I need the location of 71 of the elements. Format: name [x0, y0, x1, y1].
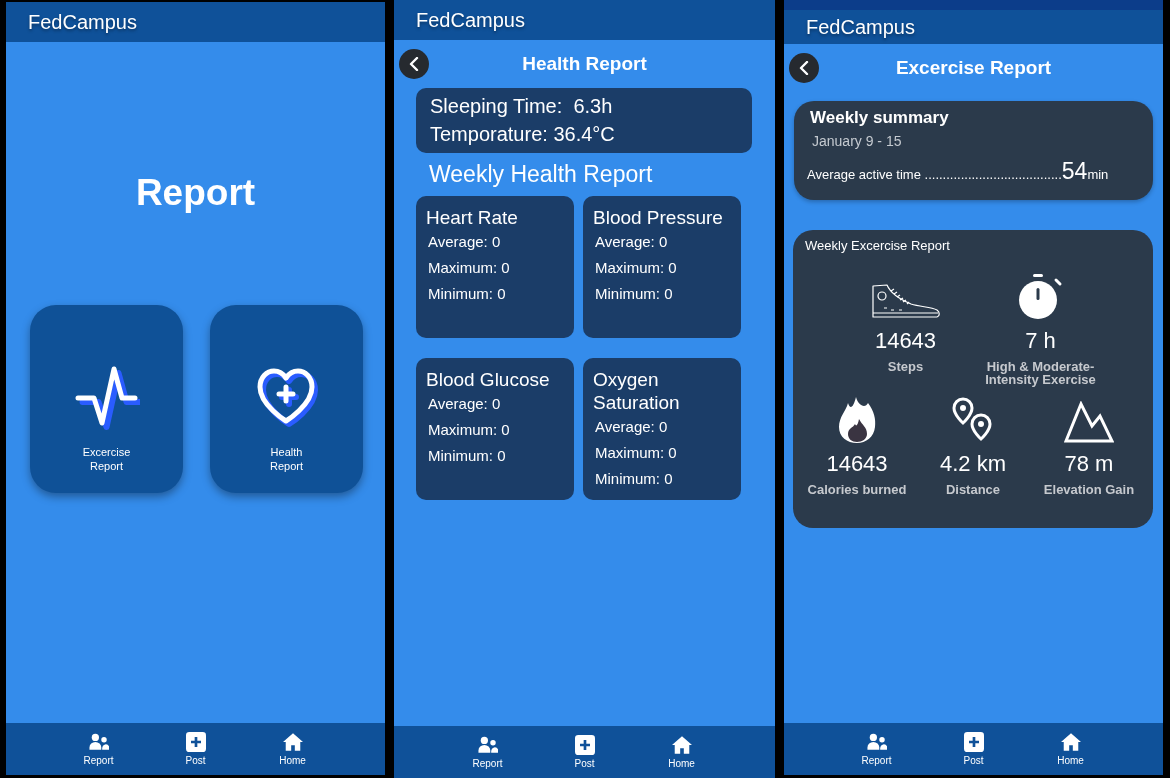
stat-value: 4.2 km: [940, 451, 1006, 477]
stat-label: High & Moderate-Intensity Exercise: [984, 360, 1097, 386]
metric-value: Maximum: 0: [594, 258, 678, 278]
back-button[interactable]: [399, 49, 429, 79]
active-time-value: 54: [1061, 158, 1088, 185]
chevron-left-icon: [407, 57, 421, 71]
app-title: FedCampus: [28, 10, 137, 34]
nav-tab[interactable]: Report: [68, 732, 129, 766]
app-title: FedCampus: [806, 15, 915, 39]
plus-square-icon: [963, 732, 984, 752]
page-title: Health Report: [521, 53, 648, 75]
stat-label: Steps: [887, 360, 924, 373]
home-icon: [671, 735, 692, 755]
nav-tab[interactable]: Post: [554, 735, 615, 769]
nav-tab[interactable]: Home: [262, 732, 323, 766]
stat-value: 14643: [874, 328, 937, 354]
nav-tab[interactable]: Report: [846, 732, 907, 766]
metric-value: Average: 0: [594, 417, 669, 437]
metric-value: Maximum: 0: [427, 420, 511, 440]
nav-tab[interactable]: Home: [651, 735, 712, 769]
metric-value: Average: 0: [427, 232, 502, 252]
stat-value: 7 h: [1025, 328, 1056, 354]
map-pins-icon: [952, 397, 994, 443]
vital-reading: Sleeping Time: 6.3h: [430, 94, 614, 119]
metric-value: Maximum: 0: [594, 443, 678, 463]
report-title: Weekly Excercise Report: [804, 238, 951, 254]
vital-reading: Temporature: 36.4°C: [430, 122, 616, 147]
metric-value: Average: 0: [594, 232, 669, 252]
section-title: Weekly Health Report: [429, 160, 653, 188]
pulse-icon: [73, 365, 140, 431]
plus-square-icon: [185, 732, 206, 752]
page-heading: Report: [135, 171, 256, 215]
stat-value: 14643: [826, 451, 888, 477]
stat-label: Distance: [945, 483, 1001, 496]
people-icon: [88, 732, 109, 752]
metric-value: Minimum: 0: [594, 469, 674, 489]
metric-title: Oxygen Saturation: [593, 368, 681, 414]
nav-tab[interactable]: Post: [943, 732, 1004, 766]
stat-label: Calories burned: [807, 483, 907, 496]
stopwatch-icon: [1018, 274, 1063, 320]
mountain-icon: [1064, 401, 1114, 443]
back-button[interactable]: [789, 53, 819, 83]
date-range: January 9 - 15: [811, 132, 903, 150]
page-title: Excercise Report: [894, 57, 1053, 79]
metric-value: Maximum: 0: [427, 258, 511, 278]
nav-tab[interactable]: Home: [1040, 732, 1101, 766]
nav-tab[interactable]: Report: [457, 735, 518, 769]
nav-tab[interactable]: Post: [165, 732, 226, 766]
home-icon: [282, 732, 303, 752]
metric-value: Minimum: 0: [427, 446, 507, 466]
active-time-label: Average active time ......................................: [807, 167, 1062, 182]
people-icon: [866, 732, 887, 752]
report-tile[interactable]: Health Report: [210, 305, 363, 493]
app-title: FedCampus: [416, 8, 525, 32]
active-time-unit: min: [1087, 167, 1109, 182]
summary-title: Weekly summary: [809, 107, 950, 129]
metric-value: Average: 0: [427, 394, 502, 414]
metric-title: Heart Rate: [426, 206, 519, 229]
flame-icon: [838, 397, 876, 443]
report-tile[interactable]: Excercise Report: [30, 305, 183, 493]
sneaker-icon: [870, 284, 941, 320]
stat-value: 78 m: [1064, 451, 1114, 477]
stat-label: Elevation Gain: [1043, 483, 1135, 496]
metric-value: Minimum: 0: [427, 284, 507, 304]
metric-title: Blood Pressure: [593, 206, 724, 229]
people-icon: [477, 735, 498, 755]
home-icon: [1060, 732, 1081, 752]
metric-title: Blood Glucose: [426, 368, 551, 391]
metric-value: Minimum: 0: [594, 284, 674, 304]
plus-square-icon: [574, 735, 595, 755]
chevron-left-icon: [797, 61, 811, 75]
